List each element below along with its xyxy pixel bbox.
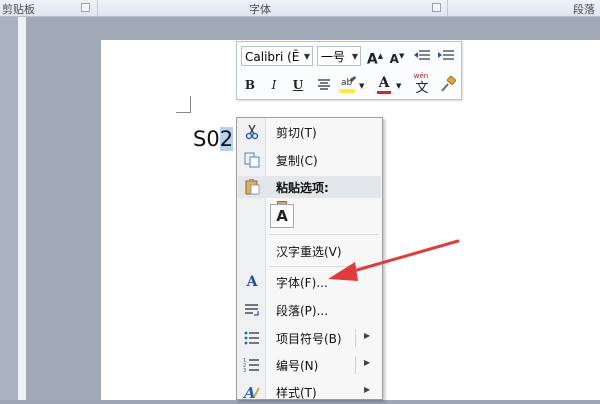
annotation-arrow xyxy=(328,239,460,281)
